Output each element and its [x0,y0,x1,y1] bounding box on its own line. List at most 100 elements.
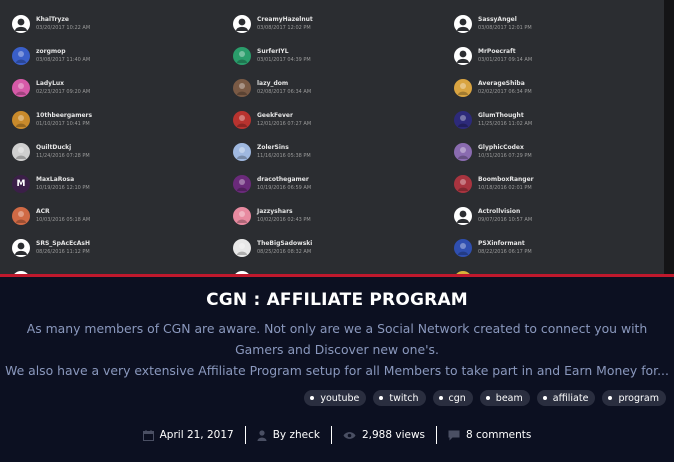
member-item[interactable]: GlumThought 11/25/2016 11:02 AM [454,104,652,136]
member-item[interactable]: lazy_dom 02/08/2017 06:34 AM [233,72,454,104]
member-item[interactable]: zorgmop 03/08/2017 11:40 AM [12,40,233,72]
avatar[interactable] [233,79,251,97]
member-name[interactable]: SRS_SpAcEcAsH [36,239,90,248]
avatar[interactable] [12,111,30,129]
member-join-date: 02/08/2017 06:34 AM [257,89,312,95]
member-join-date: 10/31/2016 07:29 PM [478,153,532,159]
avatar[interactable] [454,143,472,161]
member-name[interactable]: ACR [36,207,90,216]
default-avatar-icon[interactable] [454,15,472,33]
member-item[interactable]: SurferIYL 03/01/2017 04:39 PM [233,40,454,72]
member-item[interactable]: SRS_SpAcEcAsH 08/26/2016 11:12 PM [12,232,233,264]
avatar[interactable] [454,175,472,193]
avatar[interactable] [233,239,251,257]
tag-youtube[interactable]: youtube [304,390,367,406]
member-name[interactable]: MrPoecraft [478,47,532,56]
post-date[interactable]: April 21, 2017 [132,426,245,444]
member-name[interactable]: dracothegamer [257,175,311,184]
default-avatar-icon[interactable] [233,15,251,33]
member-item[interactable]: KhalTryze 03/20/2017 10:22 AM [12,8,233,40]
member-item[interactable]: 10thbeergamers 01/10/2017 10:41 PM [12,104,233,136]
default-avatar-icon[interactable] [454,47,472,65]
calendar-icon [142,429,154,441]
avatar[interactable] [454,79,472,97]
member-name[interactable]: zorgmop [36,47,90,56]
member-item[interactable]: Mik3ySaming [454,264,652,274]
member-grid: KhalTryze 03/20/2017 10:22 AM CreamyHazeln… [12,8,652,274]
member-item[interactable]: QuiltDuckj 11/24/2016 07:28 PM [12,136,233,168]
member-name[interactable]: TheBigSadowski [257,239,312,248]
default-avatar-icon[interactable] [12,15,30,33]
avatar[interactable] [233,207,251,225]
post-date-text: April 21, 2017 [159,429,234,441]
member-info: ACR 10/03/2016 05:18 AM [36,207,90,225]
post-meta: April 21, 2017 By zheck 2,988 views 8 co… [0,426,674,444]
avatar[interactable] [233,143,251,161]
member-name[interactable]: ZolerSins [257,143,311,152]
member-name[interactable]: Jazzyshars [257,207,311,216]
member-info: GlumThought 11/25/2016 11:02 AM [478,111,532,129]
tag-cgn[interactable]: cgn [432,390,473,406]
article-card[interactable]: CGN : AFFILIATE PROGRAM As many members … [0,277,674,462]
tag-twitch[interactable]: twitch [373,390,426,406]
member-name[interactable]: AverageShiba [478,79,532,88]
member-info: AverageShiba 02/02/2017 06:34 PM [478,79,532,97]
member-name[interactable]: SassyAngel [478,15,532,24]
member-item[interactable]: ReYv Motions [233,264,454,274]
tag-affiliate[interactable]: affiliate [536,390,596,406]
avatar[interactable]: M [12,175,30,193]
member-name[interactable]: GlumThought [478,111,532,120]
avatar[interactable] [454,239,472,257]
member-info: ZolerSins 11/16/2016 05:38 PM [257,143,311,161]
member-name[interactable]: BoomboxRanger [478,175,534,184]
avatar[interactable] [233,111,251,129]
member-item[interactable]: BoomboxRanger 10/18/2016 02:01 PM [454,168,652,200]
post-views-text: 2,988 views [361,429,426,441]
tag-beam[interactable]: beam [479,390,530,406]
member-item[interactable]: LadyLux 02/23/2017 09:20 AM [12,72,233,104]
member-name[interactable]: SurferIYL [257,47,311,56]
member-item[interactable]: AverageShiba 02/02/2017 06:34 PM [454,72,652,104]
member-item[interactable]: PSXinformant 08/22/2016 06:17 PM [454,232,652,264]
member-name[interactable]: GeekFever [257,111,311,120]
member-info: CreamyHazelnut 03/08/2017 12:02 PM [257,15,313,33]
member-item[interactable]: MrPoecraft 03/01/2017 09:14 AM [454,40,652,72]
member-item[interactable]: Jazzyshars 10/02/2016 02:43 PM [233,200,454,232]
default-avatar-icon[interactable] [454,207,472,225]
tag-program[interactable]: program [602,390,666,406]
member-name[interactable]: Actrollvision [478,207,532,216]
member-item[interactable]: Actrollvision 09/07/2016 10:57 AM [454,200,652,232]
post-author[interactable]: By zheck [246,426,331,444]
avatar[interactable] [233,175,251,193]
avatar[interactable] [233,47,251,65]
default-avatar-icon[interactable] [12,239,30,257]
avatar[interactable] [12,47,30,65]
member-item[interactable]: TamaraRyan [12,264,233,274]
member-name[interactable]: KhalTryze [36,15,90,24]
avatar[interactable] [12,79,30,97]
post-comments[interactable]: 8 comments [437,426,542,444]
member-item[interactable]: SassyAngel 03/08/2017 12:01 PM [454,8,652,40]
member-item[interactable]: M MaxLaRosa 10/19/2016 12:10 PM [12,168,233,200]
member-item[interactable]: TheBigSadowski 08/25/2016 08:32 AM [233,232,454,264]
member-item[interactable]: CreamyHazelnut 03/08/2017 12:02 PM [233,8,454,40]
member-name[interactable]: PSXinformant [478,239,532,248]
avatar[interactable] [12,207,30,225]
member-info: dracothegamer 10/19/2016 06:59 AM [257,175,311,193]
member-item[interactable]: ACR 10/03/2016 05:18 AM [12,200,233,232]
member-item[interactable]: dracothegamer 10/19/2016 06:59 AM [233,168,454,200]
member-name[interactable]: lazy_dom [257,79,311,88]
member-item[interactable]: GeekFever 12/01/2016 07:27 AM [233,104,454,136]
avatar[interactable] [454,111,472,129]
member-item[interactable]: GlyphicCodex 10/31/2016 07:29 PM [454,136,652,168]
member-name[interactable]: GlyphicCodex [478,143,532,152]
member-name[interactable]: CreamyHazelnut [257,15,313,24]
member-name[interactable]: 10thbeergamers [36,111,92,120]
member-name[interactable]: MaxLaRosa [36,175,90,184]
avatar[interactable] [12,143,30,161]
member-name[interactable]: LadyLux [36,79,90,88]
post-title[interactable]: CGN : AFFILIATE PROGRAM [0,277,674,310]
member-name[interactable]: QuiltDuckj [36,143,90,152]
member-join-date: 03/01/2017 09:14 AM [478,57,533,63]
member-item[interactable]: ZolerSins 11/16/2016 05:38 PM [233,136,454,168]
